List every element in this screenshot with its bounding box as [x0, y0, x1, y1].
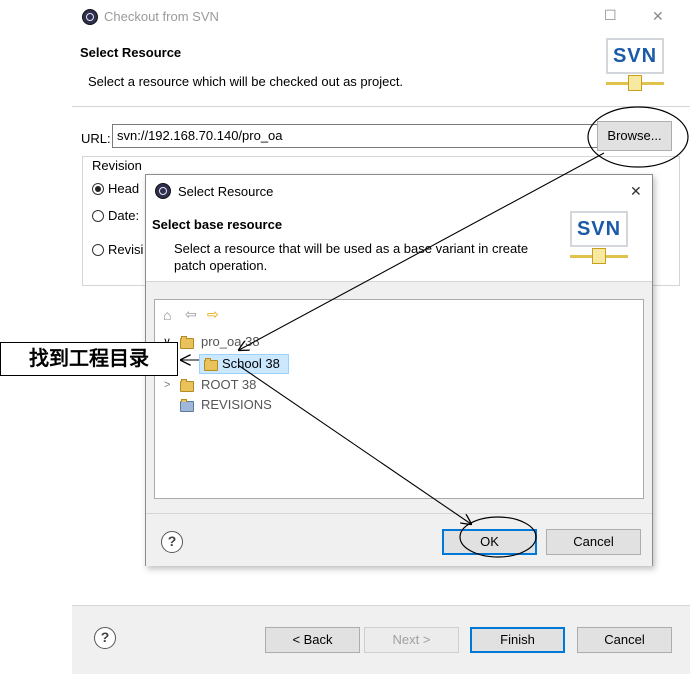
- ok-highlight-circle: [459, 516, 537, 558]
- arrow-tree-to-ok: [237, 364, 471, 524]
- browse-highlight-circle: [587, 106, 689, 168]
- arrow-browse-to-tree: [239, 152, 605, 350]
- annotation-overlay: [0, 106, 689, 558]
